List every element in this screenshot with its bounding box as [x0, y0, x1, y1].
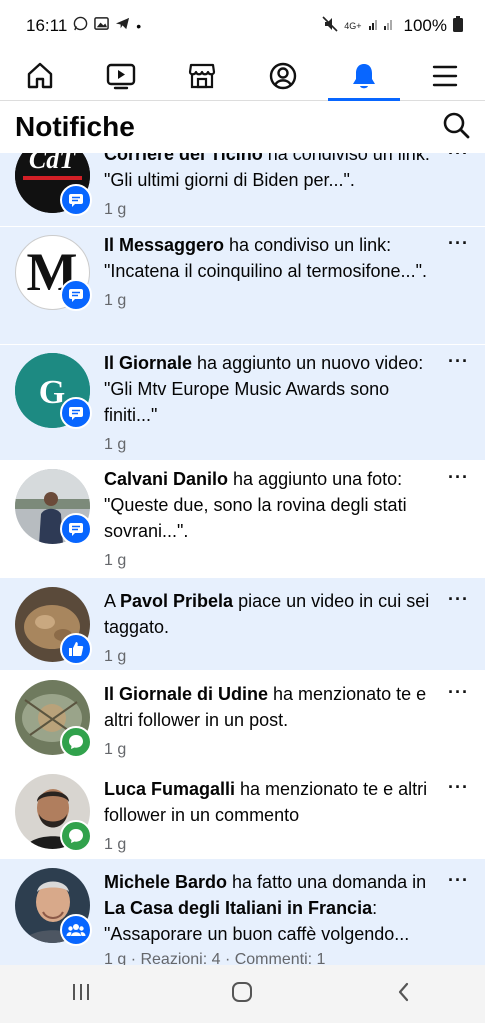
list-item[interactable]: Calvani Danilo ha aggiunto una foto: "Qu… — [0, 461, 485, 578]
timestamp: 1 g — [104, 292, 127, 309]
timestamp: 1 g — [104, 741, 127, 758]
back-icon — [399, 982, 409, 1001]
bell-icon — [352, 64, 375, 89]
notification-text: Calvani Danilo ha aggiunto una foto: "Qu… — [104, 466, 435, 574]
actor-name: Il Giornale — [104, 353, 193, 373]
notification-text: Il Messaggero ha condiviso un link: "Inc… — [104, 232, 435, 314]
tab-menu[interactable] — [415, 54, 475, 98]
cdt-logo-text: CdT — [29, 153, 76, 174]
chat-bubble-icon — [69, 829, 83, 843]
status-bar: 16:11 • 4G+ 100% — [0, 0, 485, 52]
actor-name: Corriere del Ticino — [104, 153, 263, 164]
list-item[interactable]: Michele Bardo ha fatto una domanda in La… — [0, 859, 485, 965]
list-item[interactable]: Luca Fumagalli ha menzionato te e altri … — [0, 765, 485, 859]
clock: 16:11 — [26, 16, 68, 35]
badge-share — [60, 184, 92, 216]
more-options-button[interactable]: ··· — [448, 589, 469, 610]
video-icon — [107, 63, 136, 90]
home-button[interactable] — [230, 980, 254, 1009]
more-options-button[interactable]: ··· — [448, 233, 469, 254]
home-circle-icon — [232, 981, 253, 1002]
tab-profile[interactable] — [253, 54, 313, 98]
timestamp: 1 g · Reazioni: 4 · Commenti: 1 — [104, 951, 326, 965]
list-item[interactable]: A Pavol Pribela piace un video in cui se… — [0, 578, 485, 671]
comment-share-icon — [69, 289, 83, 302]
badge-share — [60, 513, 92, 545]
recents-icon — [72, 983, 89, 1000]
notification-text: Il Giornale ha aggiunto un nuovo video: … — [104, 350, 435, 458]
badge-share — [60, 279, 92, 311]
badge-share — [60, 397, 92, 429]
back-button[interactable] — [392, 980, 416, 1009]
notification-text: A Pavol Pribela piace un video in cui se… — [104, 588, 435, 670]
list-item[interactable]: CdT Corriere del Ticino ha condiviso un … — [0, 153, 485, 227]
comment-share-icon — [69, 407, 83, 420]
marketplace-icon — [188, 63, 216, 89]
more-options-button[interactable]: ··· — [448, 351, 469, 372]
battery-icon — [453, 15, 463, 37]
tab-notifications[interactable] — [327, 54, 400, 101]
profile-icon — [269, 62, 297, 90]
page-header: Notifiche — [0, 101, 485, 153]
search-icon — [443, 112, 470, 138]
more-options-button[interactable]: ··· — [448, 777, 469, 798]
badge-mention — [60, 820, 92, 852]
menu-icon — [432, 65, 457, 87]
tab-home[interactable] — [10, 54, 70, 98]
home-icon — [28, 62, 53, 89]
notification-list: CdT Corriere del Ticino ha condiviso un … — [0, 153, 485, 965]
list-item[interactable]: M Il Messaggero ha condiviso un link: "I… — [0, 227, 485, 345]
notification-text: Luca Fumagalli ha menzionato te e altri … — [104, 776, 435, 858]
thumbs-up-icon — [69, 642, 84, 656]
comment-share-icon — [69, 523, 83, 536]
network-label: 4G+ — [344, 21, 362, 31]
badge-group — [60, 914, 92, 946]
notification-text: Il Giornale di Udine ha menzionato te e … — [104, 681, 435, 763]
system-navigation-bar — [0, 965, 485, 1023]
actor-name: Luca Fumagalli — [104, 779, 236, 799]
actor-name: Il Giornale di Udine — [104, 684, 269, 704]
more-options-button[interactable]: ··· — [448, 682, 469, 703]
list-item[interactable]: Il Giornale di Udine ha menzionato te e … — [0, 671, 485, 765]
more-options-button[interactable]: ··· — [448, 870, 469, 891]
group-icon — [66, 924, 86, 936]
timestamp: 1 g — [104, 436, 127, 453]
tab-marketplace[interactable] — [172, 54, 232, 98]
actor-name: Pavol Pribela — [120, 591, 234, 611]
search-button[interactable] — [441, 110, 471, 145]
badge-like — [60, 633, 92, 665]
notification-text: Corriere del Ticino ha condiviso un link… — [104, 153, 435, 223]
more-options-button[interactable]: ··· — [448, 153, 469, 164]
notification-text: Michele Bardo ha fatto una domanda in La… — [104, 869, 435, 965]
recents-button[interactable] — [69, 981, 93, 1008]
gallery-icon — [94, 16, 110, 36]
whatsapp-icon — [73, 16, 88, 36]
timestamp: 1 g — [104, 201, 127, 218]
page-title: Notifiche — [15, 111, 135, 142]
timestamp: 1 g — [104, 552, 127, 569]
mute-icon — [322, 15, 338, 37]
timestamp: 1 g — [104, 648, 127, 665]
comment-share-icon — [69, 194, 83, 207]
action-text: ha fatto una domanda in — [227, 872, 427, 892]
top-navbar — [0, 52, 485, 101]
actor-name: Michele Bardo — [104, 872, 228, 892]
battery-label: 100% — [403, 16, 447, 35]
tab-video[interactable] — [91, 54, 151, 98]
actor-name: Calvani Danilo — [104, 469, 229, 489]
list-item[interactable]: G Il Giornale ha aggiunto un nuovo video… — [0, 345, 485, 461]
prefix-text: A — [104, 591, 121, 611]
more-options-button[interactable]: ··· — [448, 467, 469, 488]
signal-icon — [368, 16, 398, 36]
group-name[interactable]: La Casa degli Italiani in Francia — [104, 898, 372, 918]
actor-name: Il Messaggero — [104, 235, 225, 255]
badge-mention — [60, 726, 92, 758]
telegram-icon — [115, 16, 130, 36]
timestamp: 1 g — [104, 836, 127, 853]
chat-bubble-icon — [69, 735, 83, 749]
dot-icon: • — [136, 18, 142, 34]
